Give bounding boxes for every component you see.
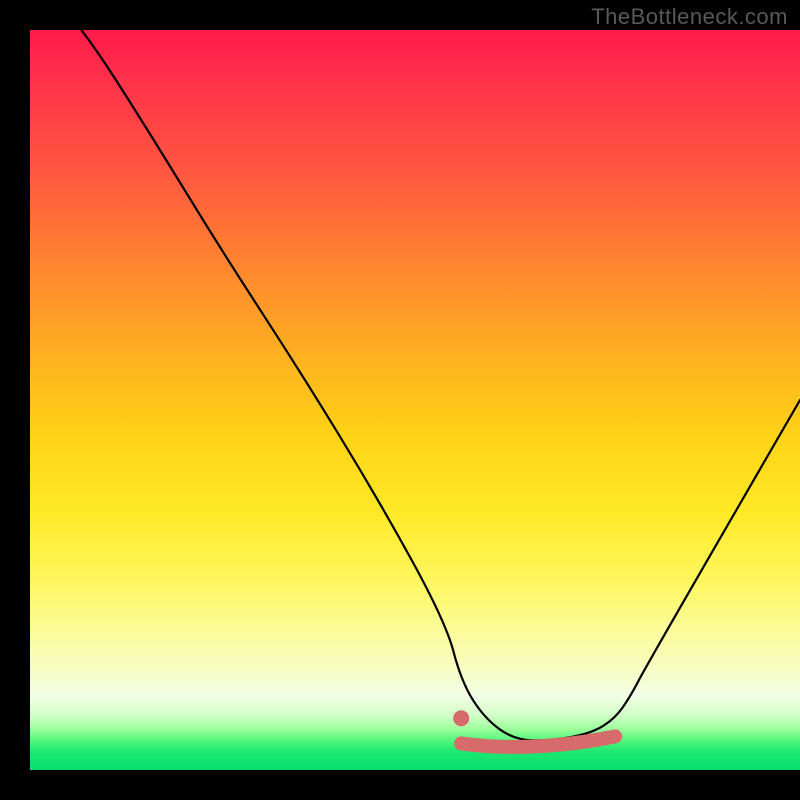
chart-frame: TheBottleneck.com	[0, 0, 800, 800]
bottleneck-curve-path	[30, 30, 800, 740]
optimal-band-dot	[453, 710, 469, 726]
plot-area	[30, 30, 800, 770]
curve-layer	[30, 30, 800, 770]
attribution-label: TheBottleneck.com	[591, 4, 788, 30]
optimal-band	[461, 736, 615, 746]
